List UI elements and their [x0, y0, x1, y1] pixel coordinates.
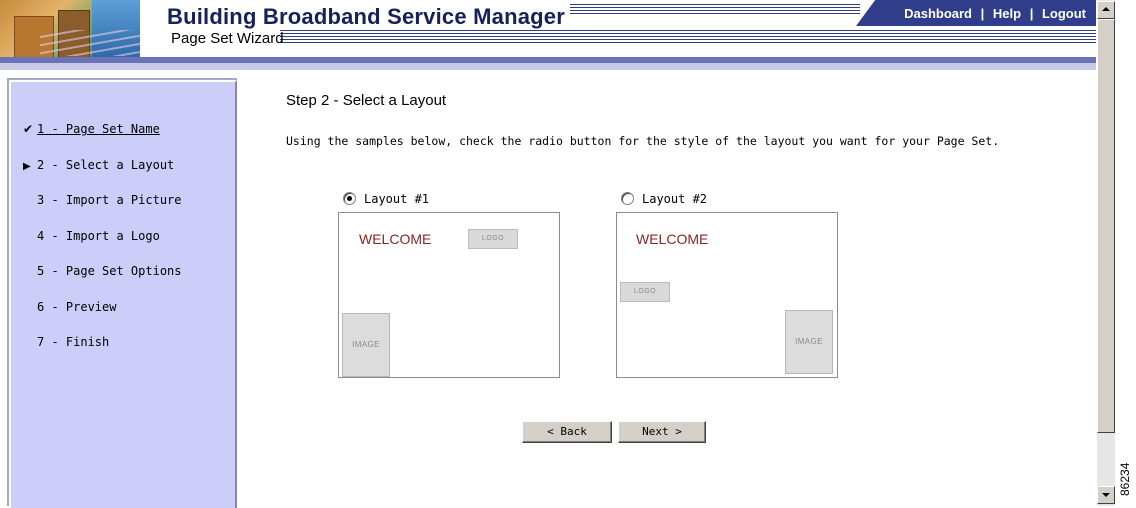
scroll-down-button[interactable]	[1097, 486, 1115, 504]
layout-2-radio[interactable]	[621, 192, 634, 205]
sidebar-item-import-picture: 3 - Import a Picture	[37, 193, 182, 207]
app-title: Building Broadband Service Manager	[167, 4, 565, 29]
step-title: Step 2 - Select a Layout	[286, 92, 447, 109]
building-logo-image	[0, 0, 140, 58]
layout-1-preview[interactable]: WELCOME LOGO IMAGE	[338, 212, 560, 378]
checkmark-icon: ✔	[23, 122, 34, 136]
header-band-light	[0, 63, 1096, 70]
figure-number: 86234	[1118, 462, 1132, 496]
current-step-arrow-icon: ▶	[23, 161, 31, 172]
vertical-scrollbar[interactable]	[1097, 0, 1115, 506]
layout-2-label[interactable]: Layout #2	[642, 192, 707, 206]
logo-placeholder: LOGO	[620, 282, 670, 302]
image-placeholder: IMAGE	[342, 313, 390, 377]
sidebar-item-label: 2 - Select a Layout	[37, 158, 175, 172]
arrow-up-icon	[1102, 7, 1110, 11]
header-stripes-lower	[280, 30, 1096, 44]
instructions-text: Using the samples below, check the radio…	[286, 134, 1000, 148]
logo-placeholder: LOGO	[468, 229, 518, 249]
arrow-down-icon	[1102, 493, 1110, 497]
next-button[interactable]: Next >	[618, 421, 706, 443]
back-button[interactable]: < Back	[522, 421, 612, 443]
image-placeholder: IMAGE	[785, 310, 833, 374]
nav-separator: |	[1029, 6, 1034, 21]
sidebar-item-import-logo: 4 - Import a Logo	[37, 229, 160, 243]
sidebar-item-label: 7 - Finish	[37, 335, 110, 349]
sidebar-item-finish: 7 - Finish	[37, 335, 109, 349]
wizard-steps-sidebar: ✔ 1 - Page Set Name ▶ 2 - Select a Layout …	[9, 80, 237, 508]
sidebar-item-label: 3 - Import a Picture	[37, 193, 182, 207]
sidebar-item-page-set-options: 5 - Page Set Options	[37, 264, 182, 278]
sidebar-item-preview: 6 - Preview	[37, 300, 116, 314]
sidebar-item-label: 4 - Import a Logo	[37, 229, 160, 243]
sidebar-item-label: 5 - Page Set Options	[37, 264, 182, 278]
layout-1-label[interactable]: Layout #1	[364, 192, 429, 206]
welcome-text: WELCOME	[359, 231, 432, 247]
layout-2-preview[interactable]: WELCOME LOGO IMAGE	[616, 212, 838, 378]
help-link[interactable]: Help	[993, 6, 1021, 21]
sidebar-item-label: 1 - Page Set Name	[37, 122, 160, 136]
sidebar-item-select-layout: ▶ 2 - Select a Layout	[23, 158, 174, 172]
logout-link[interactable]: Logout	[1042, 6, 1086, 21]
sidebar-item-label: 6 - Preview	[37, 300, 117, 314]
top-nav: Dashboard | Help | Logout	[856, 0, 1096, 26]
radio-selected-dot	[347, 196, 352, 201]
sidebar-item-page-set-name[interactable]: ✔ 1 - Page Set Name	[23, 122, 160, 136]
scroll-up-button[interactable]	[1097, 1, 1115, 19]
page-subtitle: Page Set Wizard	[171, 30, 284, 47]
nav-separator: |	[980, 6, 985, 21]
scrollbar-thumb[interactable]	[1097, 19, 1115, 433]
dashboard-link[interactable]: Dashboard	[904, 6, 972, 21]
welcome-text: WELCOME	[636, 231, 709, 247]
header-stripes	[570, 4, 860, 16]
app-header: Building Broadband Service Manager Page …	[0, 0, 1096, 58]
layout-1-radio[interactable]	[343, 192, 356, 205]
